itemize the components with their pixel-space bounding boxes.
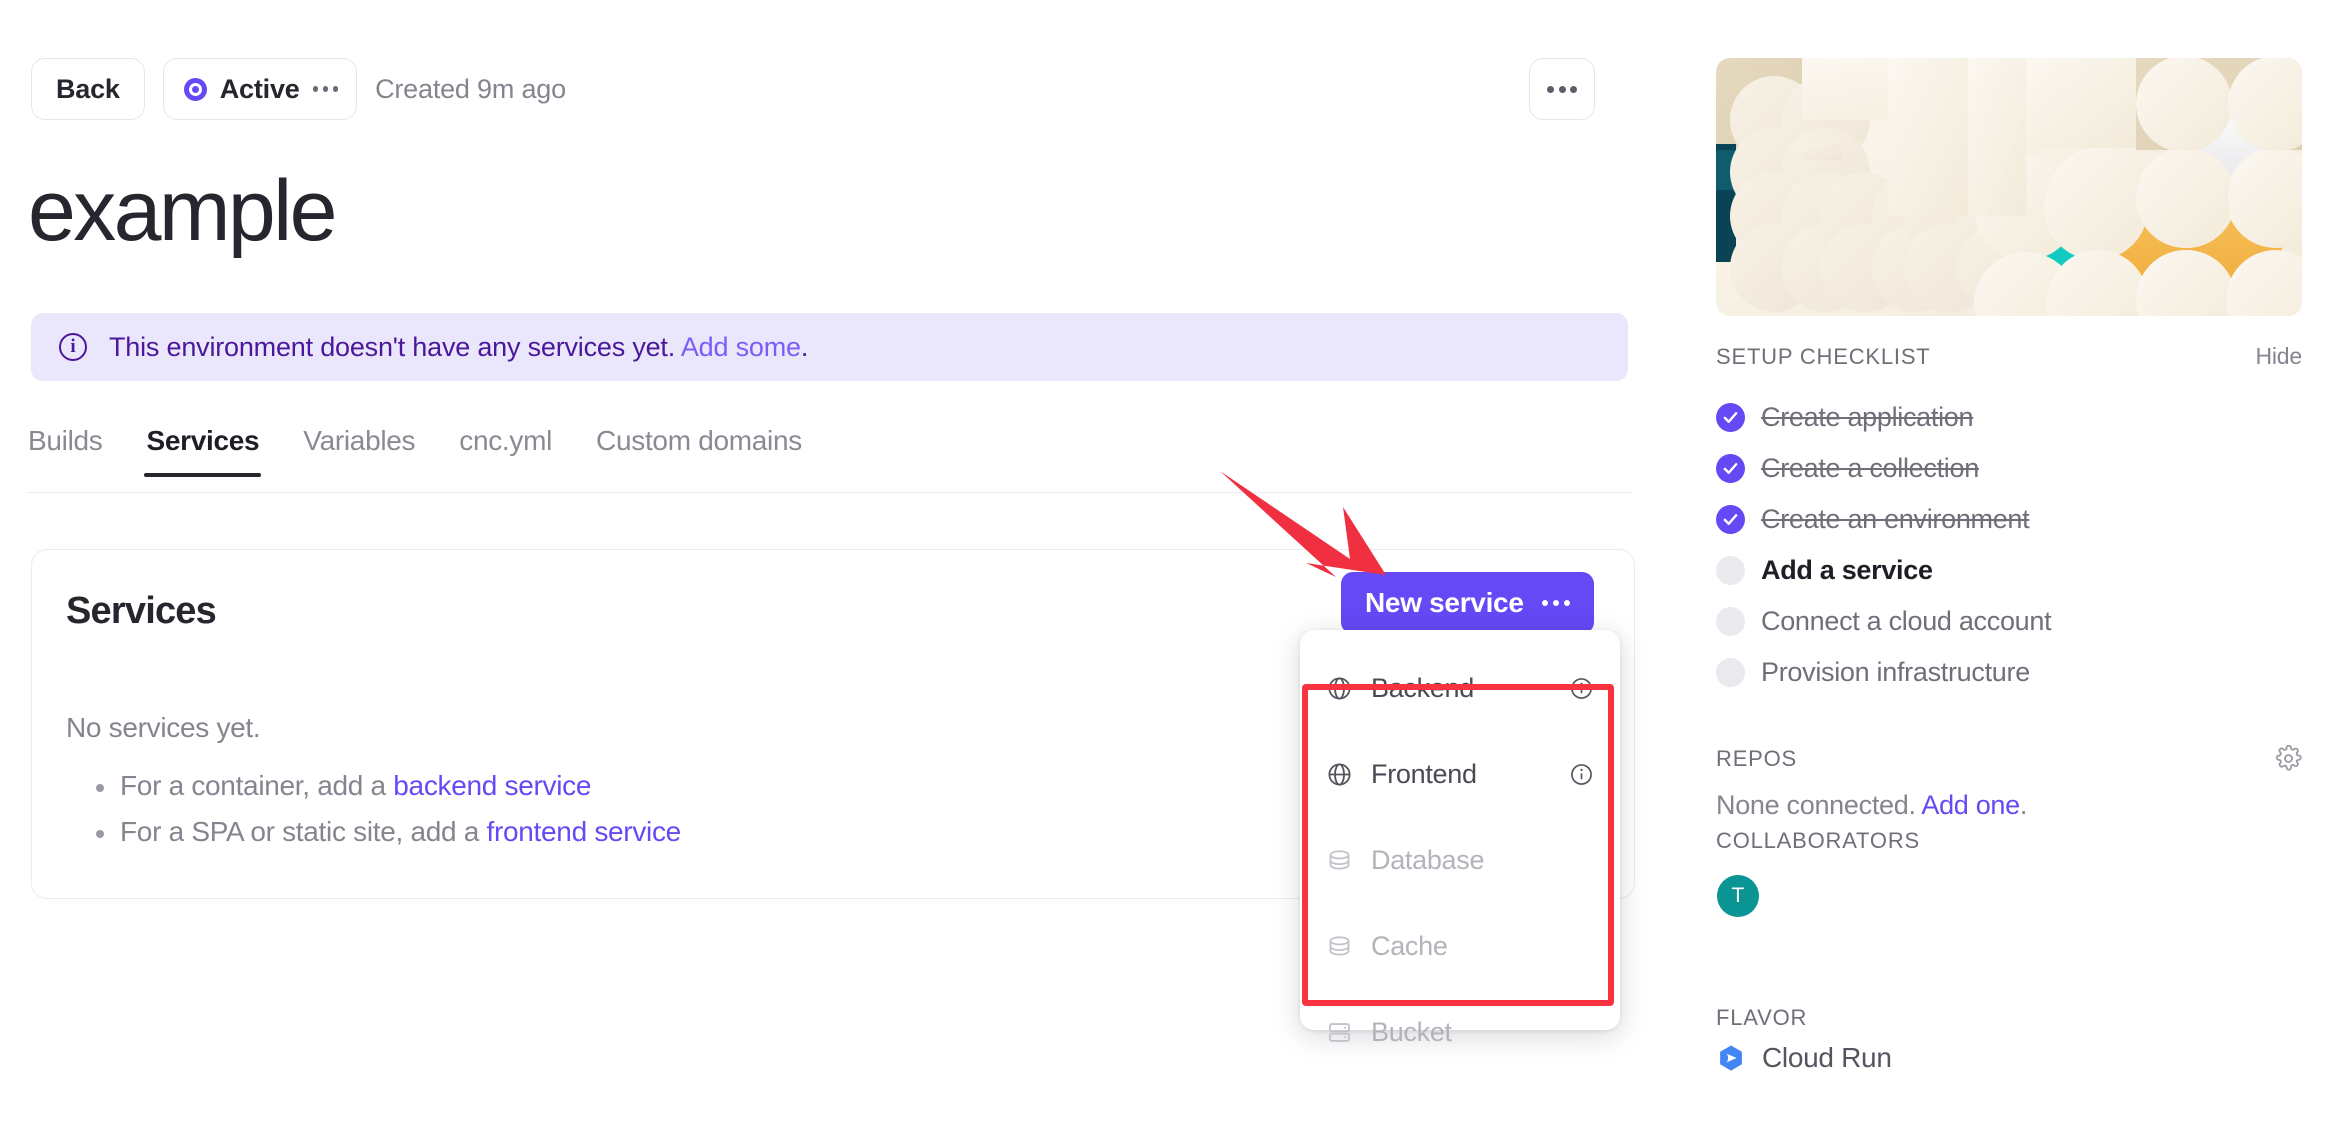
back-button-label: Back — [56, 73, 120, 104]
page-header-toolbar: Back Active Created 9m ago — [31, 58, 566, 120]
services-hint-list: For a container, add a backend service F… — [92, 770, 681, 862]
hint-prefix: For a container, add a — [120, 770, 394, 801]
decorative-pattern-banner — [1716, 58, 2302, 316]
status-button[interactable]: Active — [162, 58, 358, 120]
page-more-button[interactable] — [1529, 58, 1595, 120]
menu-item-database: Database — [1326, 838, 1594, 882]
globe-icon — [1328, 676, 1351, 700]
check-icon — [1716, 403, 1745, 432]
check-icon — [1716, 454, 1745, 483]
alert-message: This environment doesn't have any servic… — [109, 331, 676, 362]
flavor-header: FLAVOR — [1716, 1005, 2302, 1031]
info-circle-icon: i — [59, 333, 87, 361]
flavor-row: Cloud Run — [1716, 1042, 1892, 1074]
globe-icon — [1328, 762, 1351, 786]
menu-item-bucket: Bucket — [1326, 1010, 1594, 1054]
app-page: Back Active Created 9m ago example i Thi… — [0, 0, 2342, 1146]
empty-circle-icon — [1716, 556, 1745, 585]
checklist-item-connect-a-cloud-account[interactable]: Connect a cloud account — [1716, 596, 2302, 647]
list-item: For a SPA or static site, add a frontend… — [92, 816, 681, 848]
right-sidebar: SETUP CHECKLIST Hide Create application … — [1716, 0, 2342, 1146]
backend-service-link[interactable]: backend service — [393, 770, 591, 801]
new-service-button-label: New service — [1365, 587, 1524, 618]
new-service-button[interactable]: New service — [1341, 572, 1595, 634]
menu-item-cache: Cache — [1326, 924, 1594, 968]
services-card-title: Services — [66, 590, 217, 632]
checklist-item-label: Create an environment — [1761, 504, 2030, 534]
checklist-item-label: Provision infrastructure — [1761, 657, 2030, 687]
menu-item-label: Cache — [1371, 930, 1448, 961]
checklist-item-provision-infrastructure[interactable]: Provision infrastructure — [1716, 647, 2302, 698]
database-icon — [1329, 935, 1350, 956]
tab-cnc-yml[interactable]: cnc.yml — [459, 425, 552, 475]
frontend-service-link[interactable]: frontend service — [487, 816, 682, 847]
setup-checklist: Create application Create a collection C… — [1716, 392, 2302, 698]
info-circle-icon[interactable] — [1569, 676, 1594, 701]
avatar[interactable]: T — [1717, 875, 1759, 917]
no-services-alert: i This environment doesn't have any serv… — [31, 313, 1628, 381]
empty-circle-icon — [1716, 658, 1745, 687]
menu-item-backend[interactable]: Backend — [1326, 666, 1594, 710]
checklist-item-label: Create application — [1761, 402, 1974, 432]
avatar-initial: T — [1731, 884, 1745, 907]
back-button[interactable]: Back — [31, 58, 145, 120]
hint-prefix: For a SPA or static site, add a — [120, 816, 487, 847]
checklist-item-create-an-environment[interactable]: Create an environment — [1716, 494, 2302, 545]
alert-add-some-link[interactable]: Add some — [681, 332, 801, 362]
checklist-item-create-a-collection[interactable]: Create a collection — [1716, 443, 2302, 494]
tab-custom-domains[interactable]: Custom domains — [596, 425, 802, 475]
checklist-hide-button[interactable]: Hide — [2255, 343, 2302, 370]
check-icon — [1716, 505, 1745, 534]
empty-circle-icon — [1716, 607, 1745, 636]
flavor-title: FLAVOR — [1716, 1005, 1808, 1030]
ellipsis-icon — [1541, 599, 1571, 607]
list-item: For a container, add a backend service — [92, 770, 681, 802]
repos-title: REPOS — [1716, 745, 1798, 771]
collaborators-header: COLLABORATORS — [1716, 828, 2302, 854]
repos-empty-label: None connected. — [1716, 790, 1922, 820]
setup-checklist-title: SETUP CHECKLIST — [1716, 343, 1931, 369]
menu-item-label: Backend — [1371, 672, 1474, 703]
repos-add-one-link[interactable]: Add one — [1921, 790, 2020, 820]
bucket-storage-icon — [1329, 1022, 1350, 1042]
main-content: Back Active Created 9m ago example i Thi… — [0, 0, 1700, 1146]
checklist-item-label: Add a service — [1761, 555, 1933, 585]
tab-variables[interactable]: Variables — [303, 425, 415, 475]
created-timestamp: Created 9m ago — [375, 73, 566, 104]
setup-checklist-header: SETUP CHECKLIST Hide — [1716, 343, 2302, 370]
repos-header: REPOS — [1716, 745, 2302, 772]
menu-item-frontend[interactable]: Frontend — [1326, 752, 1594, 796]
repos-empty-text: None connected. Add one. — [1716, 790, 2027, 821]
ellipsis-icon[interactable] — [312, 86, 339, 92]
status-label: Active — [219, 73, 300, 104]
database-icon — [1329, 849, 1350, 870]
cloud-run-icon — [1720, 1045, 1742, 1071]
tab-services[interactable]: Services — [144, 425, 262, 477]
flavor-name: Cloud Run — [1762, 1042, 1892, 1073]
menu-item-label: Database — [1371, 844, 1485, 875]
checklist-item-create-application[interactable]: Create application — [1716, 392, 2302, 443]
gear-icon[interactable] — [2275, 745, 2302, 772]
menu-item-label: Frontend — [1371, 758, 1477, 789]
repos-period: . — [2019, 790, 2028, 820]
radio-target-icon — [183, 77, 207, 101]
page-title: example — [28, 163, 337, 259]
checklist-item-label: Create a collection — [1761, 453, 1979, 483]
alert-text: This environment doesn't have any servic… — [109, 332, 808, 363]
alert-period: . — [800, 331, 809, 362]
checklist-item-add-a-service[interactable]: Add a service — [1716, 545, 2302, 596]
tab-builds[interactable]: Builds — [28, 425, 103, 475]
info-circle-icon[interactable] — [1569, 762, 1594, 787]
tab-bar: Builds Services Variables cnc.yml Custom… — [28, 425, 1632, 493]
checklist-item-label: Connect a cloud account — [1761, 606, 2052, 636]
collaborators-title: COLLABORATORS — [1716, 828, 1920, 853]
services-empty-text: No services yet. — [66, 712, 261, 743]
new-service-dropdown-menu: Backend Frontend Database Cache Bucket — [1300, 630, 1620, 1047]
ellipsis-icon — [1547, 85, 1577, 93]
menu-item-label: Bucket — [1371, 1016, 1452, 1047]
